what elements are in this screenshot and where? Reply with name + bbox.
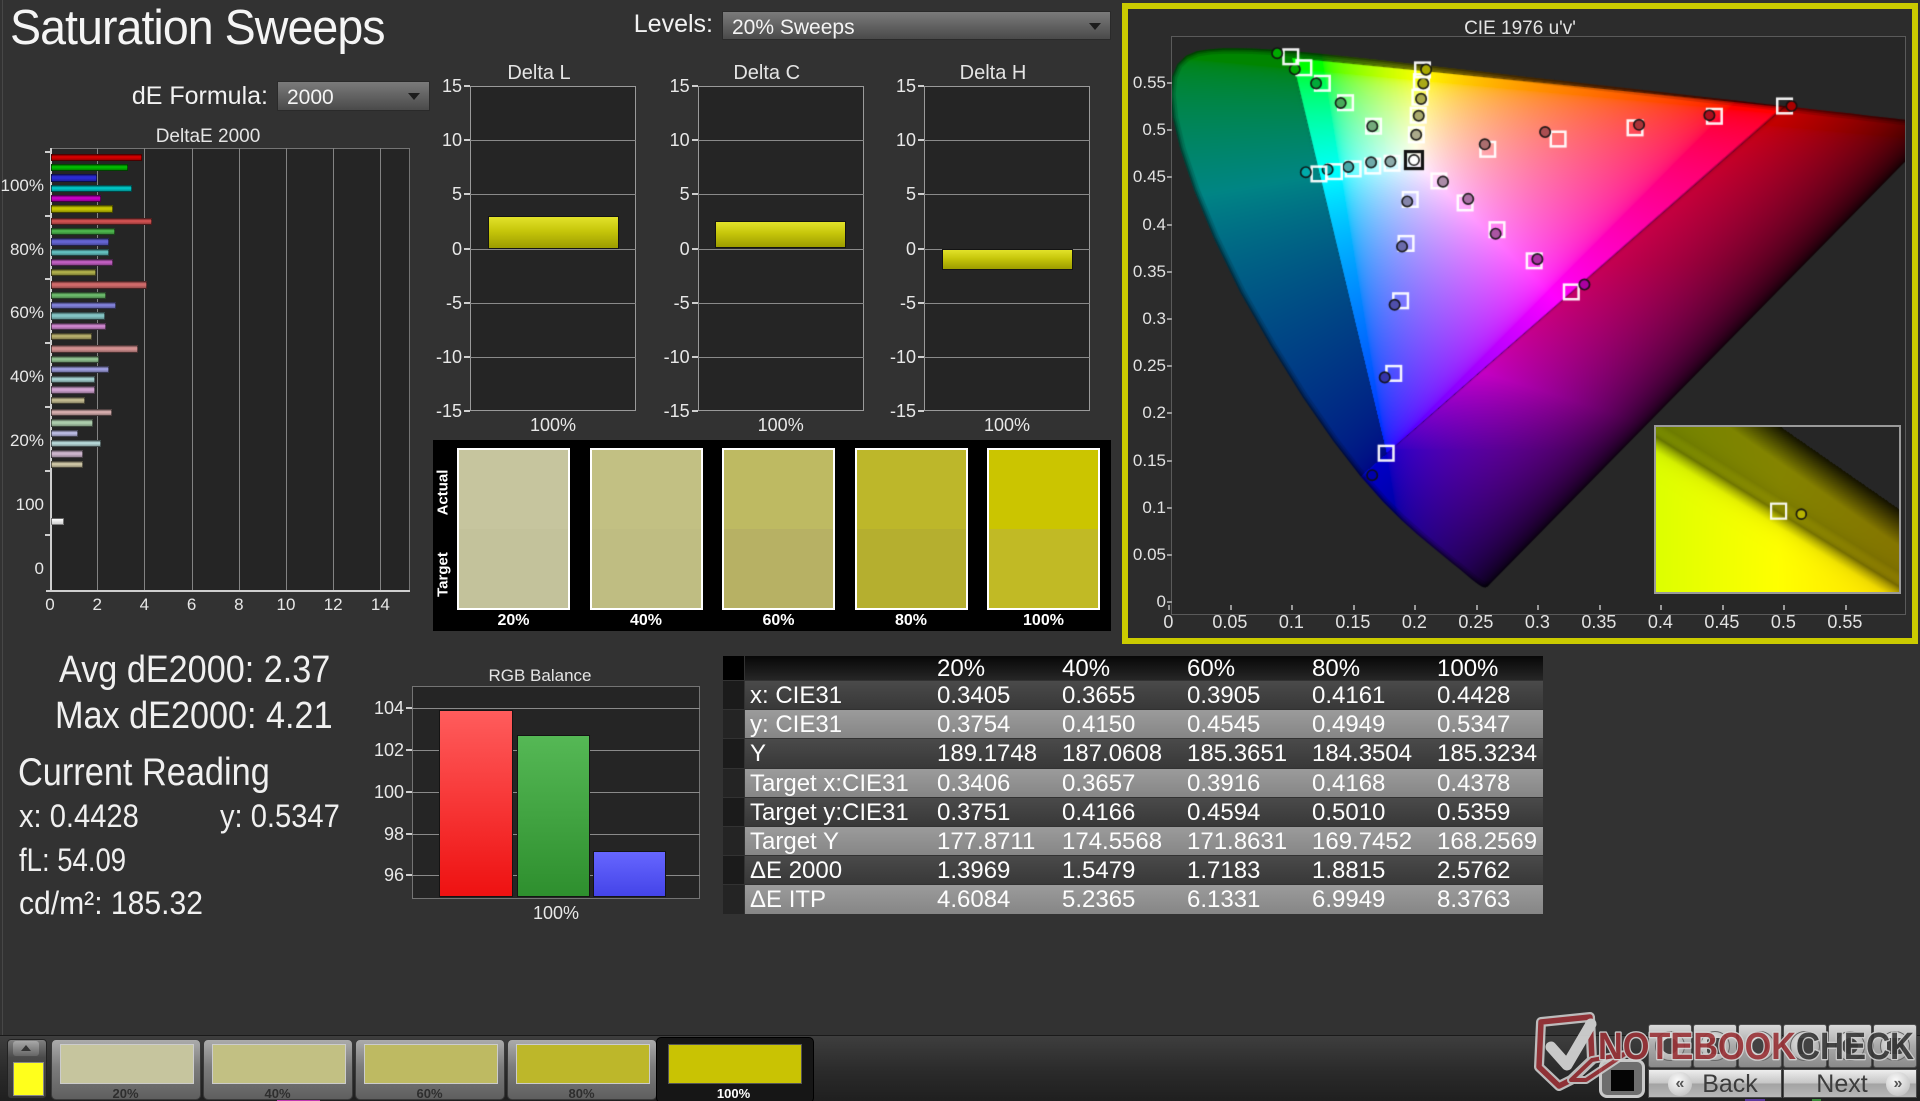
svg-text:NOTEBOOK: NOTEBOOK [1598, 1026, 1796, 1068]
svg-text:CHECK: CHECK [1796, 1026, 1914, 1068]
